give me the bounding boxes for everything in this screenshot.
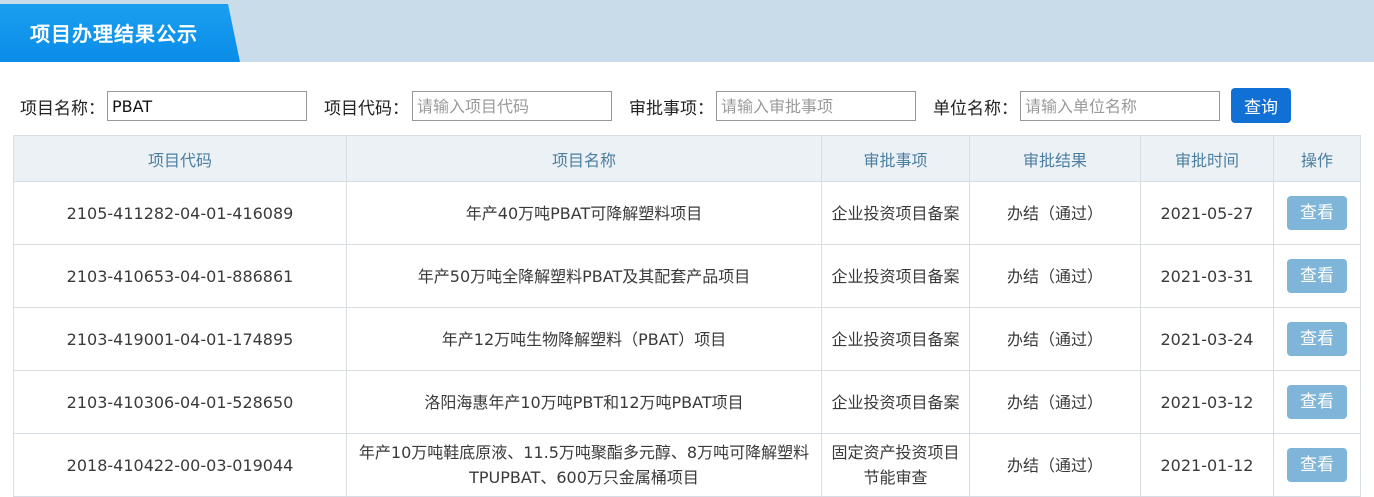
title-tab: 项目办理结果公示 [0,4,240,62]
cell-name: 洛阳海惠年产10万吨PBT和12万吨PBAT项目 [346,370,822,434]
view-button[interactable]: 查看 [1287,196,1347,230]
query-button[interactable]: 查询 [1231,88,1291,123]
cell-name: 年产40万吨PBAT可降解塑料项目 [346,181,822,245]
cell-result: 办结（通过） [969,370,1141,434]
cell-code: 2018-410422-00-03-019044 [13,433,347,497]
cell-approval-item: 企业投资项目备案 [821,370,970,434]
cell-action: 查看 [1273,307,1361,371]
page-title: 项目办理结果公示 [30,22,198,46]
approval-item-label: 审批事项： [629,99,714,119]
view-button[interactable]: 查看 [1287,385,1347,419]
cell-action: 查看 [1273,244,1361,308]
cell-date: 2021-01-12 [1140,433,1274,497]
project-name-input[interactable] [107,91,307,121]
cell-code: 2103-410653-04-01-886861 [13,244,347,308]
approval-item-input[interactable] [716,91,916,121]
unit-name-label: 单位名称： [933,99,1018,119]
cell-date: 2021-03-12 [1140,370,1274,434]
cell-name: 年产12万吨生物降解塑料（PBAT）项目 [346,307,822,371]
cell-approval-item: 固定资产投资项目节能审查 [821,433,970,497]
cell-code: 2103-410306-04-01-528650 [13,370,347,434]
cell-action: 查看 [1273,433,1361,497]
col-header-result: 审批结果 [969,135,1141,182]
view-button[interactable]: 查看 [1287,322,1347,356]
view-button[interactable]: 查看 [1287,259,1347,293]
cell-name: 年产10万吨鞋底原液、11.5万吨聚酯多元醇、8万吨可降解塑料TPUPBAT、6… [346,433,822,497]
col-header-name: 项目名称 [346,135,822,182]
cell-result: 办结（通过） [969,433,1141,497]
col-header-code: 项目代码 [13,135,347,182]
project-code-label: 项目代码： [324,99,409,119]
cell-action: 查看 [1273,181,1361,245]
col-header-action: 操作 [1273,135,1361,182]
project-name-label: 项目名称： [20,99,105,119]
cell-result: 办结（通过） [969,181,1141,245]
table-header-row: 项目代码 项目名称 审批事项 审批结果 审批时间 操作 [13,135,1361,182]
table-row: 2105-411282-04-01-416089 年产40万吨PBAT可降解塑料… [13,181,1361,245]
results-table: 项目代码 项目名称 审批事项 审批结果 审批时间 操作 2105-411282-… [13,135,1361,497]
cell-code: 2103-419001-04-01-174895 [13,307,347,371]
project-code-input[interactable] [412,91,612,121]
table-row: 2103-410653-04-01-886861 年产50万吨全降解塑料PBAT… [13,244,1361,308]
table-row: 2103-410306-04-01-528650 洛阳海惠年产10万吨PBT和1… [13,370,1361,434]
cell-date: 2021-03-31 [1140,244,1274,308]
table-row: 2103-419001-04-01-174895 年产12万吨生物降解塑料（PB… [13,307,1361,371]
cell-date: 2021-05-27 [1140,181,1274,245]
cell-result: 办结（通过） [969,244,1141,308]
cell-date: 2021-03-24 [1140,307,1274,371]
cell-result: 办结（通过） [969,307,1141,371]
table-row: 2018-410422-00-03-019044 年产10万吨鞋底原液、11.5… [13,433,1361,497]
col-header-date: 审批时间 [1140,135,1274,182]
col-header-approval-item: 审批事项 [821,135,970,182]
view-button[interactable]: 查看 [1287,448,1347,482]
cell-approval-item: 企业投资项目备案 [821,181,970,245]
cell-code: 2105-411282-04-01-416089 [13,181,347,245]
search-form: 项目名称： 项目代码： 审批事项： 单位名称： 查询 [0,88,1374,124]
cell-name: 年产50万吨全降解塑料PBAT及其配套产品项目 [346,244,822,308]
cell-approval-item: 企业投资项目备案 [821,244,970,308]
cell-approval-item: 企业投资项目备案 [821,307,970,371]
cell-action: 查看 [1273,370,1361,434]
unit-name-input[interactable] [1020,91,1220,121]
